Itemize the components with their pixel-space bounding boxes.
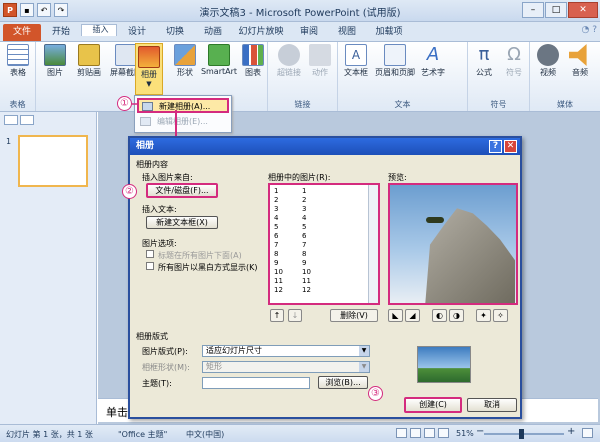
picture-layout-label: 图片版式(P): xyxy=(142,347,188,356)
picture-layout-value: 适应幻灯片尺寸 xyxy=(206,346,262,355)
black-white-label: 所有图片以黑白方式显示(K) xyxy=(158,263,258,272)
list-item[interactable]: 99 xyxy=(274,259,306,268)
preview-image xyxy=(388,183,518,305)
list-item[interactable]: 10 10 xyxy=(274,268,311,277)
language-indicator[interactable]: 中文(中国) xyxy=(186,429,224,440)
brightness-up-icon[interactable]: ✦ xyxy=(476,309,491,322)
theme-name: "Office 主题" xyxy=(118,430,168,439)
list-item[interactable]: 55 xyxy=(274,223,306,232)
caption-below-label: 标题在所有图片下面(A) xyxy=(158,251,242,260)
slide-info: 幻灯片 第 1 张，共 1 张 xyxy=(6,430,93,439)
list-item[interactable]: 11 11 xyxy=(274,277,311,286)
dialog-title-bar: 相册 ? ✕ xyxy=(130,138,520,155)
insert-text-label: 插入文本: xyxy=(142,205,177,214)
frame-shape-value: 矩形 xyxy=(206,362,222,371)
preview-label: 预览: xyxy=(388,173,407,182)
step-marker-3: ③ xyxy=(368,386,383,401)
status-bar: 幻灯片 第 1 张，共 1 张 "Office 主题" 中文(中国) 51% −… xyxy=(0,424,600,442)
album-layout-heading: 相册版式 xyxy=(136,332,168,341)
black-white-checkbox[interactable] xyxy=(146,262,154,270)
theme-input[interactable] xyxy=(202,377,310,389)
chevron-down-icon: ▼ xyxy=(359,362,369,372)
dialog-close-icon[interactable]: ✕ xyxy=(504,140,517,153)
zoom-in-icon[interactable]: + xyxy=(567,426,575,437)
list-item[interactable]: 88 xyxy=(274,250,306,259)
listbox-scrollbar[interactable] xyxy=(368,185,378,303)
new-textbox-button[interactable]: 新建文本框(X) xyxy=(146,216,218,229)
rotate-right-icon[interactable]: ◢ xyxy=(405,309,420,322)
list-item[interactable]: 33 xyxy=(274,205,306,214)
photo-album-dialog: 相册 ? ✕ 相册内容 插入图片来自: 文件/磁盘(F)... 插入文本: 新建… xyxy=(128,136,522,419)
list-item[interactable]: 22 xyxy=(274,196,306,205)
list-item[interactable]: 66 xyxy=(274,232,306,241)
dialog-title: 相册 xyxy=(136,141,155,151)
rotate-left-icon[interactable]: ◣ xyxy=(388,309,403,322)
chevron-down-icon: ▼ xyxy=(359,346,369,356)
delete-button[interactable]: 删除(V) xyxy=(330,309,378,322)
zoom-slider[interactable] xyxy=(484,433,564,435)
pictures-listbox[interactable]: 11 22 33 44 55 66 77 88 99 10 10 11 11 12 1… xyxy=(268,183,380,305)
brightness-down-icon[interactable]: ✧ xyxy=(493,309,508,322)
help-button[interactable]: ? xyxy=(489,140,502,153)
frame-shape-select[interactable]: 矩形 ▼ xyxy=(202,361,370,373)
file-disk-button[interactable]: 文件/磁盘(F)... xyxy=(146,183,218,198)
list-item[interactable]: 44 xyxy=(274,214,306,223)
fit-window-icon[interactable] xyxy=(582,428,593,438)
theme-label: 主题(T): xyxy=(142,379,172,388)
cancel-button[interactable]: 取消 xyxy=(467,398,517,412)
zoom-out-icon[interactable]: − xyxy=(476,426,484,437)
caption-below-checkbox[interactable] xyxy=(146,250,154,258)
dialog-controls: ? ✕ xyxy=(489,140,517,153)
contrast-up-icon[interactable]: ◐ xyxy=(432,309,447,322)
slideshow-view-icon[interactable] xyxy=(438,428,449,438)
pictures-in-album-label: 相册中的图片(R): xyxy=(268,173,331,182)
create-button[interactable]: 创建(C) xyxy=(404,397,462,413)
list-item[interactable]: 11 xyxy=(274,187,306,196)
list-item[interactable]: 77 xyxy=(274,241,306,250)
reading-view-icon[interactable] xyxy=(424,428,435,438)
slide-sorter-icon[interactable] xyxy=(410,428,421,438)
zoom-slider-handle[interactable] xyxy=(519,429,524,439)
layout-preview-image xyxy=(417,346,471,383)
insert-from-label: 插入图片来自: xyxy=(142,173,193,182)
picture-options-label: 图片选项: xyxy=(142,239,177,248)
normal-view-icon[interactable] xyxy=(396,428,407,438)
album-content-heading: 相册内容 xyxy=(136,160,168,169)
move-down-button[interactable]: ↓ xyxy=(288,309,302,322)
frame-shape-label: 相框形状(M): xyxy=(142,363,190,372)
contrast-down-icon[interactable]: ◑ xyxy=(449,309,464,322)
pine-tree-image xyxy=(426,217,444,223)
move-up-button[interactable]: ↑ xyxy=(270,309,284,322)
list-item[interactable]: 12 12 xyxy=(274,286,311,295)
step-marker-2: ② xyxy=(122,184,137,199)
browse-button[interactable]: 浏览(B)... xyxy=(318,376,368,389)
zoom-level[interactable]: 51% xyxy=(456,429,474,438)
picture-layout-select[interactable]: 适应幻灯片尺寸 ▼ xyxy=(202,345,370,357)
